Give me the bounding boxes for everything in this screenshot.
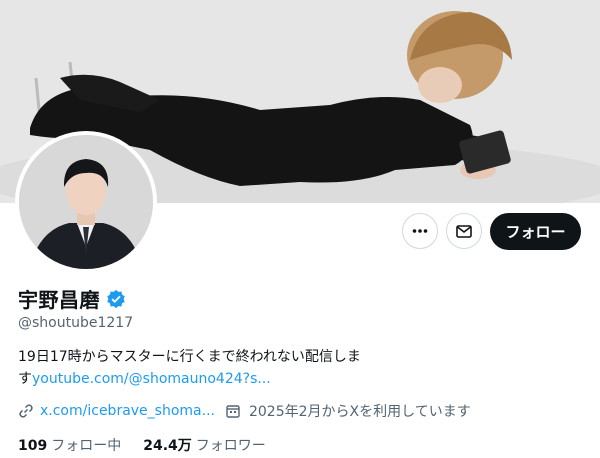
following-count: 109 <box>18 438 48 454</box>
user-handle: @shoutube1217 <box>18 315 134 331</box>
calendar-icon <box>226 405 240 418</box>
followers-label: フォロワー <box>195 438 266 454</box>
profile-meta: x.com/icebrave_shoma... 2025年2月からXを利用してい… <box>18 401 471 421</box>
bio-text: 19日17時からマスターに行くまで終われない配信しま <box>18 349 361 365</box>
more-button[interactable] <box>402 213 438 249</box>
bio-text-cont: す <box>18 371 32 387</box>
followers-count: 24.4万 <box>143 438 192 454</box>
bio: 19日17時からマスターに行くまで終われない配信しま すyoutube.com/… <box>18 346 418 390</box>
followers-link[interactable]: 24.4万 フォロワー <box>143 435 266 455</box>
name-row: 宇野昌磨 <box>18 284 126 313</box>
display-name: 宇野昌磨 <box>18 288 100 312</box>
link-icon <box>19 404 33 418</box>
avatar[interactable] <box>15 131 157 273</box>
follow-button[interactable]: フォロー <box>490 213 581 250</box>
bio-link[interactable]: youtube.com/@shomauno424?s... <box>32 371 271 387</box>
joined-date: 2025年2月からXを利用しています <box>248 404 471 420</box>
follow-stats: 109 フォロー中 24.4万 フォロワー <box>18 435 288 455</box>
more-horizontal-icon <box>412 229 428 233</box>
envelope-icon <box>456 225 472 238</box>
following-link[interactable]: 109 フォロー中 <box>18 435 121 455</box>
website-link[interactable]: x.com/icebrave_shoma... <box>40 403 215 419</box>
verified-badge-icon[interactable] <box>106 289 126 309</box>
following-label: フォロー中 <box>51 438 122 454</box>
message-button[interactable] <box>446 213 482 249</box>
avatar-photo <box>19 135 153 269</box>
